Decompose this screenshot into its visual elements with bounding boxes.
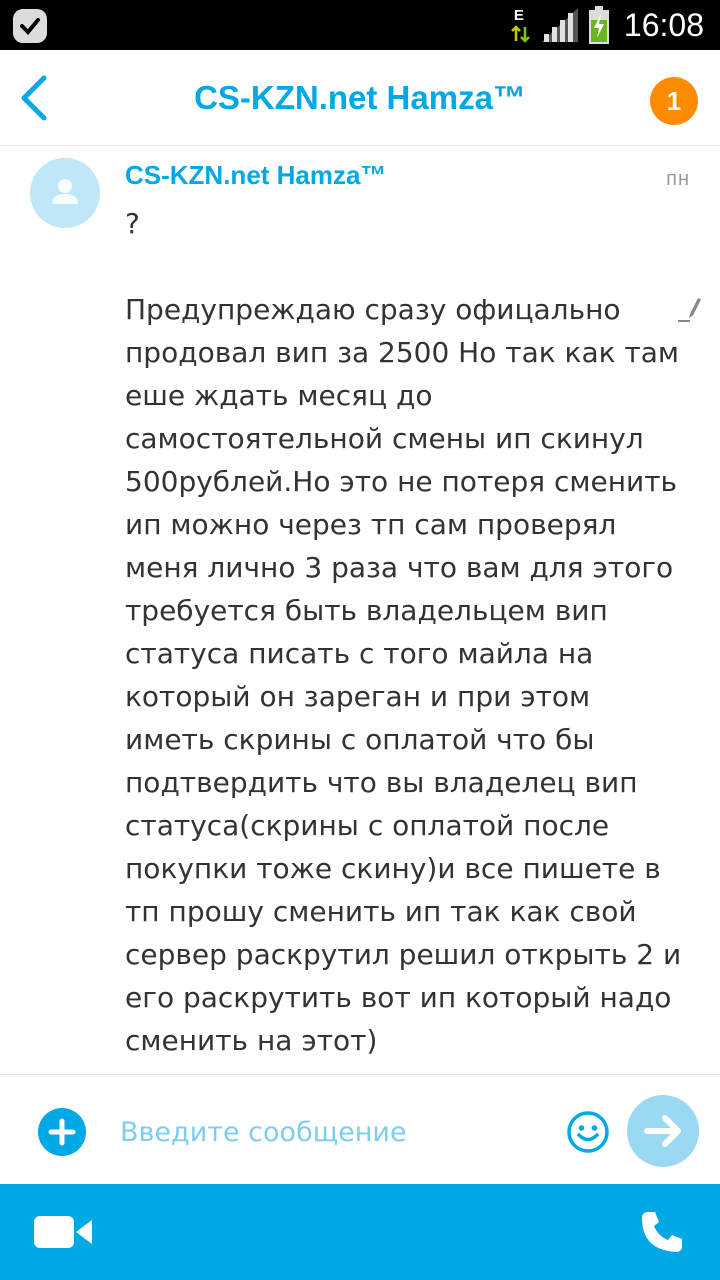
message-input[interactable]	[120, 1105, 540, 1159]
default-user-icon	[52, 179, 78, 204]
unread-count-badge[interactable]: 1	[650, 77, 698, 125]
composer-bar	[0, 1074, 720, 1185]
emoticon-button[interactable]	[565, 1109, 611, 1155]
data-activity-icon	[511, 25, 530, 43]
message-timestamp: пн	[666, 168, 690, 190]
chat-header: CS-KZN.net Hamza™ 1	[0, 50, 720, 146]
avatar[interactable]	[30, 158, 100, 228]
message-sender: CS-KZN.net Hamza™	[125, 160, 387, 190]
clock: 16:08	[623, 6, 704, 43]
conversation-title[interactable]: CS-KZN.net Hamza™	[0, 50, 720, 145]
call-bar	[0, 1184, 720, 1280]
video-camera-icon	[34, 1216, 74, 1248]
network-type-label: E	[513, 7, 524, 24]
status-bar: E 16:08	[0, 0, 720, 50]
video-call-button[interactable]	[32, 1212, 94, 1252]
add-content-button[interactable]	[38, 1108, 86, 1156]
pencil-edited-icon	[678, 298, 701, 322]
network-type-indicator: E	[510, 5, 532, 45]
send-button[interactable]	[627, 1095, 699, 1167]
battery-charging-icon	[588, 6, 609, 44]
plus-icon	[48, 1118, 76, 1146]
voice-call-button[interactable]	[638, 1208, 686, 1256]
smiley-icon	[567, 1111, 609, 1153]
message-text[interactable]: ? Предупреждаю сразу офицально продовал …	[125, 202, 685, 1062]
arrow-right-icon	[644, 1115, 681, 1147]
message-list[interactable]: CS-KZN.net Hamza™ пн ? Предупреждаю сраз…	[0, 146, 720, 1074]
phone-icon	[642, 1212, 682, 1252]
signal-bars-icon	[541, 8, 578, 42]
skype-notification-icon	[13, 9, 47, 43]
